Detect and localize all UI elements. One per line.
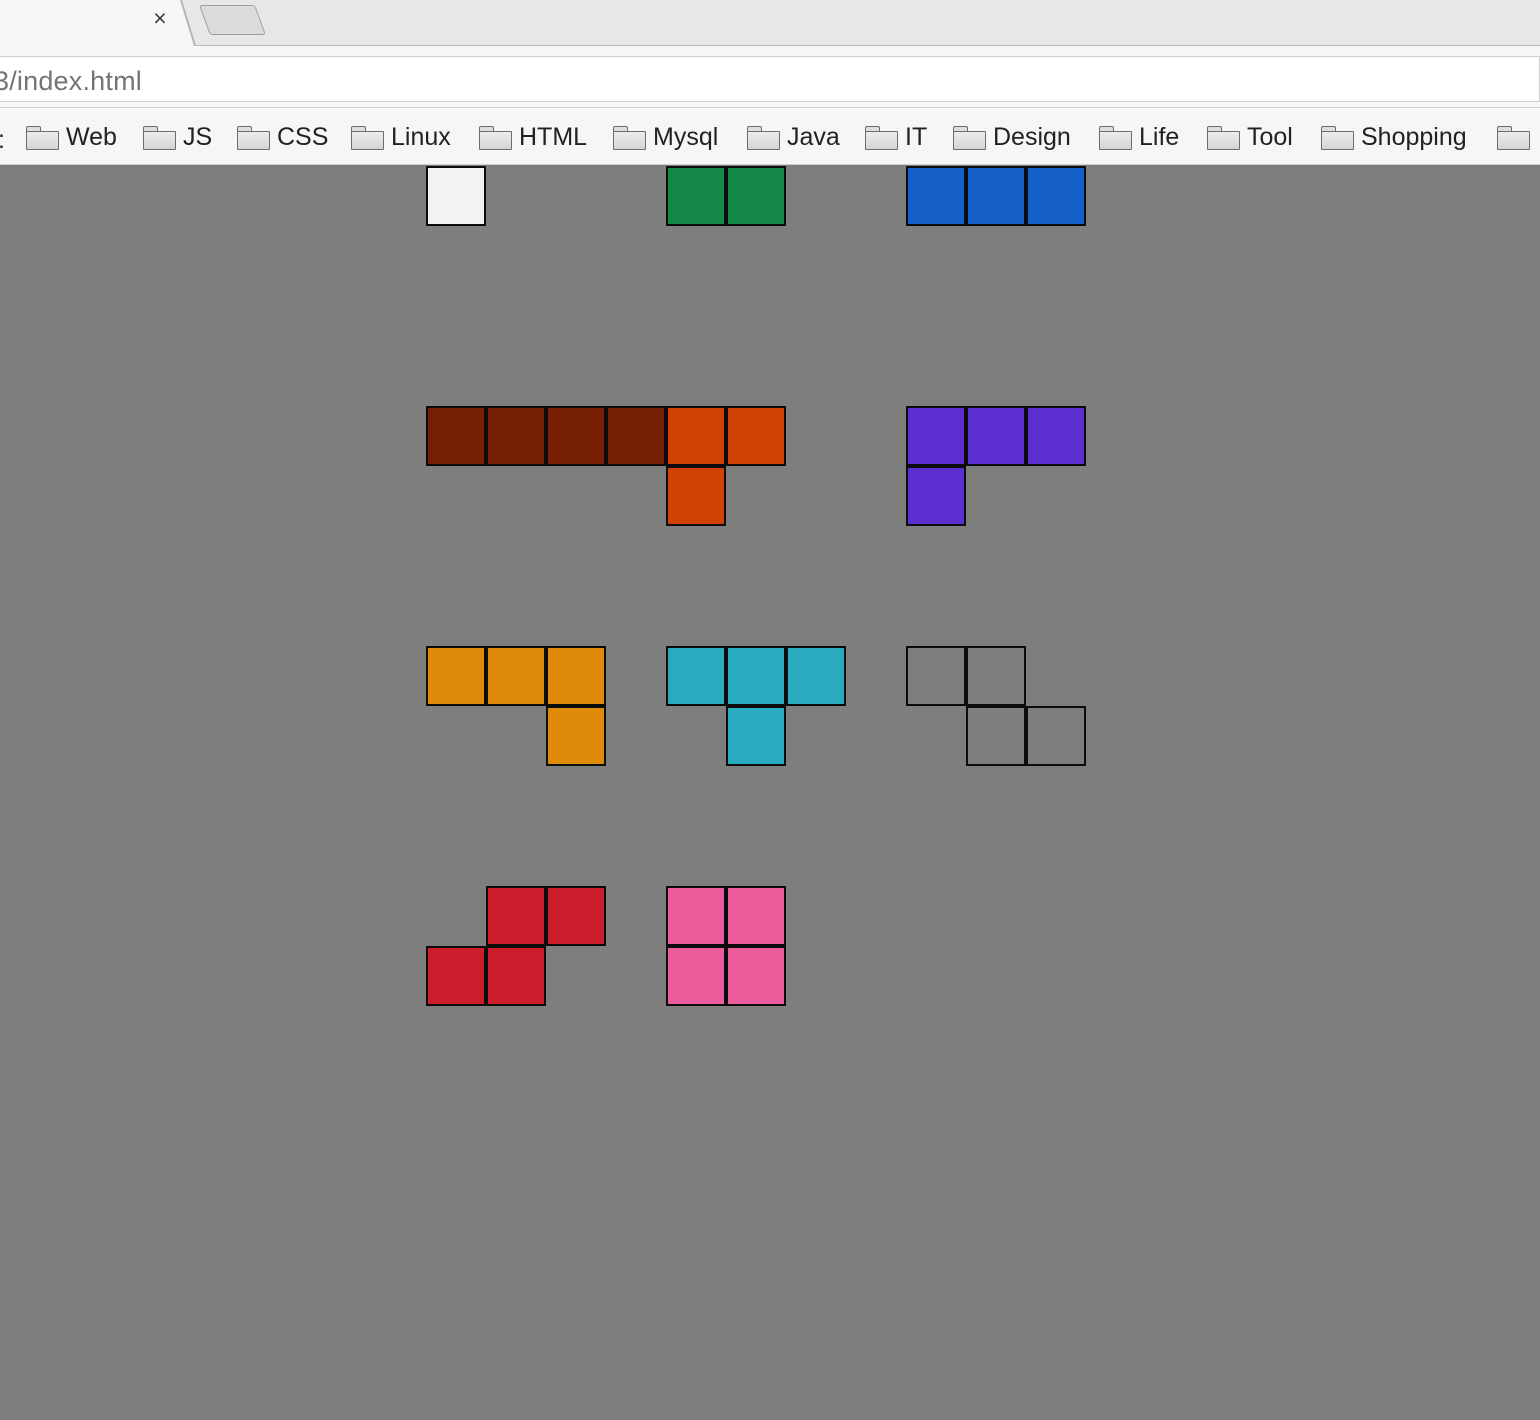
bookmark-label: Web — [66, 122, 117, 151]
piece-block — [726, 946, 786, 1006]
bookmark-folder[interactable]: HTML — [479, 122, 587, 152]
piece-block — [546, 706, 606, 766]
piece-block — [546, 646, 606, 706]
piece-block — [966, 406, 1026, 466]
bookmark-folder[interactable]: Mysql — [613, 122, 718, 152]
folder-icon — [953, 125, 986, 150]
bookmarks-bar: : Web JS CSS Linux HTML Mysql Java IT Design Life… — [0, 108, 1540, 165]
game-board — [0, 166, 1540, 1420]
bookmark-folder[interactable]: Shopping — [1321, 122, 1467, 152]
piece-block — [726, 406, 786, 466]
piece-block — [726, 886, 786, 946]
piece-block — [666, 946, 726, 1006]
bookmark-folder[interactable]: Tool — [1207, 122, 1293, 152]
folder-icon — [1497, 125, 1530, 150]
bookmark-overflow-left: : — [0, 126, 5, 155]
bookmark-label: JS — [183, 122, 213, 151]
piece-block — [906, 466, 966, 526]
address-bar[interactable]: 3/index.html — [0, 56, 1540, 102]
piece-block — [906, 166, 966, 226]
folder-icon — [1099, 125, 1132, 150]
bookmark-label: Java — [787, 122, 840, 151]
bookmark-folder[interactable]: Web — [26, 122, 117, 152]
tab-strip: × — [0, 0, 1540, 48]
folder-icon — [1321, 125, 1354, 150]
active-tab[interactable]: × — [0, 0, 196, 47]
folder-icon — [143, 125, 176, 150]
piece-block — [666, 166, 726, 226]
bookmark-label: IT — [905, 122, 928, 151]
piece-block — [486, 646, 546, 706]
piece-block — [726, 166, 786, 226]
piece-block — [966, 166, 1026, 226]
piece-block — [666, 646, 726, 706]
piece-block — [1026, 166, 1086, 226]
bookmark-label: CSS — [277, 122, 329, 151]
browser-toolbar: 3/index.html — [0, 46, 1540, 108]
piece-block — [726, 646, 786, 706]
piece-block — [426, 166, 486, 226]
bookmark-folder[interactable]: CSS — [237, 122, 328, 152]
piece-block — [1026, 406, 1086, 466]
piece-block — [906, 646, 966, 706]
bookmark-label: Design — [993, 122, 1071, 151]
folder-icon — [613, 125, 646, 150]
piece-block — [966, 706, 1026, 766]
piece-block — [726, 706, 786, 766]
piece-block — [606, 406, 666, 466]
new-tab-button[interactable] — [199, 5, 266, 35]
folder-icon — [479, 125, 512, 150]
bookmark-folder[interactable]: JS — [143, 122, 212, 152]
url-text: 3/index.html — [0, 66, 142, 96]
bookmark-folder[interactable]: Design — [953, 122, 1071, 152]
folder-icon — [865, 125, 898, 150]
folder-icon — [747, 125, 780, 150]
piece-block — [966, 646, 1026, 706]
bookmark-folder[interactable] — [1497, 122, 1537, 152]
bookmark-label: Shopping — [1361, 122, 1467, 151]
bookmark-label: Linux — [391, 122, 451, 151]
bookmark-folder[interactable]: IT — [865, 122, 927, 152]
piece-block — [666, 886, 726, 946]
bookmark-label: Tool — [1247, 122, 1293, 151]
piece-block — [486, 406, 546, 466]
piece-block — [546, 886, 606, 946]
folder-icon — [26, 125, 59, 150]
piece-block — [486, 946, 546, 1006]
bookmark-folder[interactable]: Life — [1099, 122, 1179, 152]
bookmark-label: Life — [1139, 122, 1180, 151]
piece-block — [1026, 706, 1086, 766]
close-icon[interactable]: × — [148, 4, 172, 32]
bookmark-label: HTML — [519, 122, 588, 151]
piece-block — [426, 946, 486, 1006]
piece-block — [426, 406, 486, 466]
folder-icon — [351, 125, 384, 150]
piece-block — [906, 406, 966, 466]
piece-block — [786, 646, 846, 706]
folder-icon — [237, 125, 270, 150]
bookmark-folder[interactable]: Linux — [351, 122, 451, 152]
piece-block — [486, 886, 546, 946]
bookmark-label: Mysql — [653, 122, 719, 151]
folder-icon — [1207, 125, 1240, 150]
piece-block — [426, 646, 486, 706]
bookmark-folder[interactable]: Java — [747, 122, 840, 152]
piece-block — [666, 406, 726, 466]
piece-block — [666, 466, 726, 526]
piece-block — [546, 406, 606, 466]
